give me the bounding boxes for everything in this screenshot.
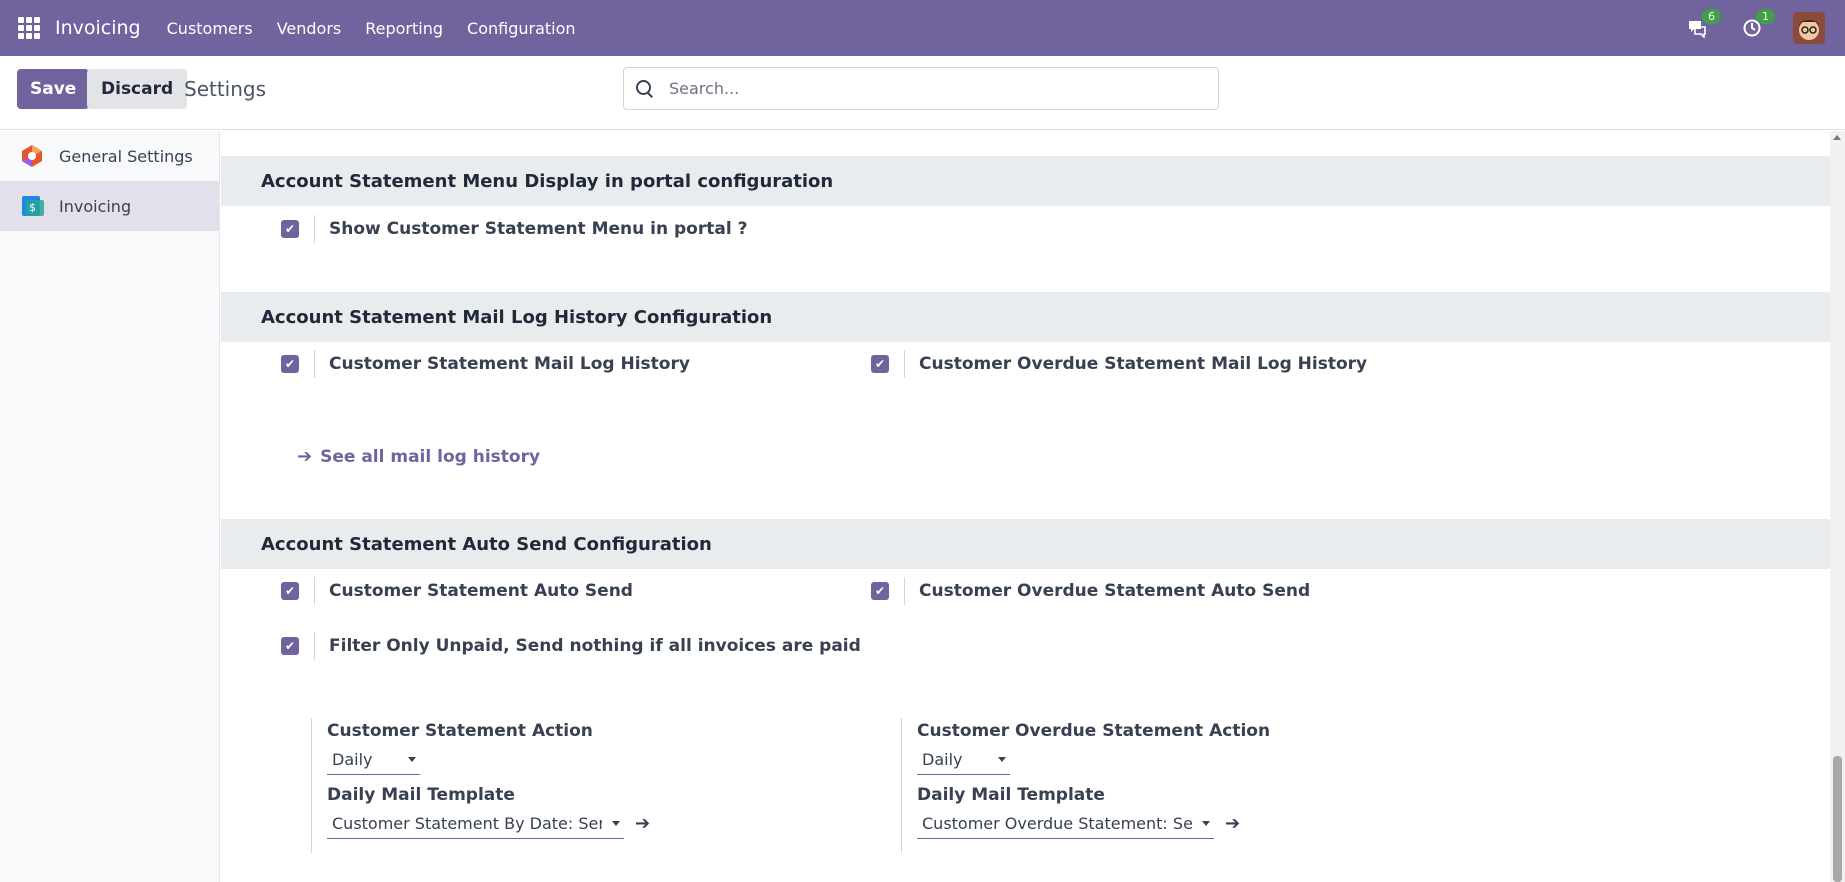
setting-overdue-mail-log: ✔ Customer Overdue Statement Mail Log Hi… xyxy=(871,350,1367,378)
invoicing-icon: $ xyxy=(20,194,44,218)
settings-content: Account Statement Menu Display in portal… xyxy=(221,131,1830,882)
activities-clock-icon[interactable]: 1 xyxy=(1739,9,1775,41)
section-title-maillog: Account Statement Mail Log History Confi… xyxy=(221,292,1830,342)
activities-badge: 1 xyxy=(1756,9,1775,24)
caret-down-icon xyxy=(408,757,416,762)
messages-badge: 6 xyxy=(1702,9,1721,24)
page-title: Settings xyxy=(184,77,267,101)
top-navbar: Invoicing Customers Vendors Reporting Co… xyxy=(0,0,1845,56)
search-input[interactable] xyxy=(669,79,1189,98)
customer-mail-log-checkbox[interactable]: ✔ xyxy=(281,355,299,373)
menu-reporting[interactable]: Reporting xyxy=(365,19,443,38)
content-scrollbar[interactable] xyxy=(1830,131,1845,882)
see-mail-log-label: See all mail log history xyxy=(320,446,541,467)
customer-auto-send-checkbox[interactable]: ✔ xyxy=(281,582,299,600)
customer-template-value: Customer Statement By Date: Send xyxy=(332,814,602,833)
customer-action-label: Customer Statement Action xyxy=(327,721,593,741)
customer-action-select[interactable]: Daily xyxy=(327,745,420,775)
menu-configuration[interactable]: Configuration xyxy=(467,19,576,38)
menu-customers[interactable]: Customers xyxy=(167,19,253,38)
setting-filter-unpaid: ✔ Filter Only Unpaid, Send nothing if al… xyxy=(281,632,861,660)
overdue-template-label: Daily Mail Template xyxy=(917,785,1105,805)
customer-mail-log-label: Customer Statement Mail Log History xyxy=(329,354,690,374)
overdue-action-select[interactable]: Daily xyxy=(917,745,1010,775)
overdue-auto-send-label: Customer Overdue Statement Auto Send xyxy=(919,581,1311,601)
customer-template-label: Daily Mail Template xyxy=(327,785,515,805)
control-panel: Save Discard Settings xyxy=(0,56,1845,130)
customer-auto-send-label: Customer Statement Auto Send xyxy=(329,581,633,601)
discard-button[interactable]: Discard xyxy=(87,69,188,109)
filter-unpaid-checkbox[interactable]: ✔ xyxy=(281,637,299,655)
open-template-arrow-icon[interactable]: ➔ xyxy=(635,813,650,834)
overdue-action-value: Daily xyxy=(922,750,963,769)
section-title-portal: Account Statement Menu Display in portal… xyxy=(221,156,1830,206)
setting-show-statement-menu: ✔ Show Customer Statement Menu in portal… xyxy=(281,215,747,243)
arrow-right-icon: ➔ xyxy=(297,446,313,467)
section-title-autosend: Account Statement Auto Send Configuratio… xyxy=(221,519,1830,569)
overdue-template-select[interactable]: Customer Overdue Statement: Send xyxy=(917,809,1214,839)
see-mail-log-link[interactable]: ➔ See all mail log history xyxy=(297,446,540,467)
scroll-up-icon[interactable] xyxy=(1833,135,1841,140)
show-menu-label: Show Customer Statement Menu in portal ? xyxy=(329,219,748,239)
search-icon xyxy=(636,79,654,98)
caret-down-icon xyxy=(998,757,1006,762)
show-menu-checkbox[interactable]: ✔ xyxy=(281,220,299,238)
search-box[interactable] xyxy=(623,67,1219,110)
odoo-logo-icon xyxy=(20,144,44,168)
overdue-mail-log-label: Customer Overdue Statement Mail Log Hist… xyxy=(919,354,1368,374)
caret-down-icon xyxy=(1202,821,1210,826)
overdue-action-label: Customer Overdue Statement Action xyxy=(917,721,1271,741)
sidebar-item-general-settings[interactable]: General Settings xyxy=(0,131,219,181)
settings-sidebar: General Settings $ Invoicing xyxy=(0,131,220,882)
filter-unpaid-label: Filter Only Unpaid, Send nothing if all … xyxy=(329,636,861,656)
sidebar-item-label: Invoicing xyxy=(59,196,132,216)
setting-overdue-auto-send: ✔ Customer Overdue Statement Auto Send xyxy=(871,577,1310,605)
messages-icon[interactable]: 6 xyxy=(1685,9,1721,41)
overdue-mail-log-checkbox[interactable]: ✔ xyxy=(871,355,889,373)
svg-text:$: $ xyxy=(29,201,36,214)
customer-template-select[interactable]: Customer Statement By Date: Send xyxy=(327,809,624,839)
user-avatar[interactable] xyxy=(1793,12,1825,44)
menu-vendors[interactable]: Vendors xyxy=(277,19,342,38)
customer-action-value: Daily xyxy=(332,750,373,769)
open-template-arrow-icon[interactable]: ➔ xyxy=(1225,813,1240,834)
setting-customer-mail-log: ✔ Customer Statement Mail Log History xyxy=(281,350,690,378)
overdue-auto-send-checkbox[interactable]: ✔ xyxy=(871,582,889,600)
sidebar-item-invoicing[interactable]: $ Invoicing xyxy=(0,181,219,231)
caret-down-icon xyxy=(612,821,620,826)
sidebar-item-label: General Settings xyxy=(59,146,193,166)
apps-menu-icon[interactable] xyxy=(18,17,40,39)
app-brand[interactable]: Invoicing xyxy=(55,17,141,39)
scroll-thumb[interactable] xyxy=(1833,756,1842,882)
setting-customer-auto-send: ✔ Customer Statement Auto Send xyxy=(281,577,633,605)
save-button[interactable]: Save xyxy=(17,69,90,109)
overdue-template-value: Customer Overdue Statement: Send xyxy=(922,814,1192,833)
